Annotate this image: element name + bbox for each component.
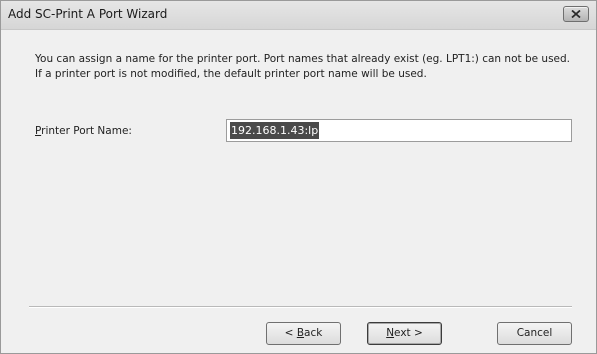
description-line-1: You can assign a name for the printer po… <box>35 53 571 65</box>
next-button-accel: N <box>386 327 395 339</box>
close-icon <box>571 10 581 18</box>
port-name-label-rest: rinter Port Name: <box>41 125 132 137</box>
port-name-value: 192.168.1.43:lp <box>230 122 320 139</box>
title-bar: Add SC-Print A Port Wizard <box>1 1 596 30</box>
description-line-2: If a printer port is not modified, the d… <box>35 68 427 80</box>
back-button-accel: B <box>296 327 305 339</box>
printer-port-name-input[interactable]: 192.168.1.43:lp <box>226 119 572 142</box>
port-name-label: Printer Port Name: <box>35 125 132 137</box>
wizard-body: You can assign a name for the printer po… <box>1 30 596 353</box>
close-button[interactable] <box>563 6 589 22</box>
next-button[interactable]: Next > <box>367 322 442 345</box>
back-button-prefix: < <box>284 327 297 339</box>
back-button[interactable]: < Back <box>266 322 341 345</box>
cancel-button[interactable]: Cancel <box>497 322 572 345</box>
back-button-rest: ack <box>304 327 323 339</box>
window-title: Add SC-Print A Port Wizard <box>8 7 168 21</box>
wizard-window: Add SC-Print A Port Wizard You can assig… <box>0 0 597 354</box>
description-text: You can assign a name for the printer po… <box>35 52 570 82</box>
next-button-rest: ext > <box>394 327 423 339</box>
button-divider <box>29 306 572 308</box>
